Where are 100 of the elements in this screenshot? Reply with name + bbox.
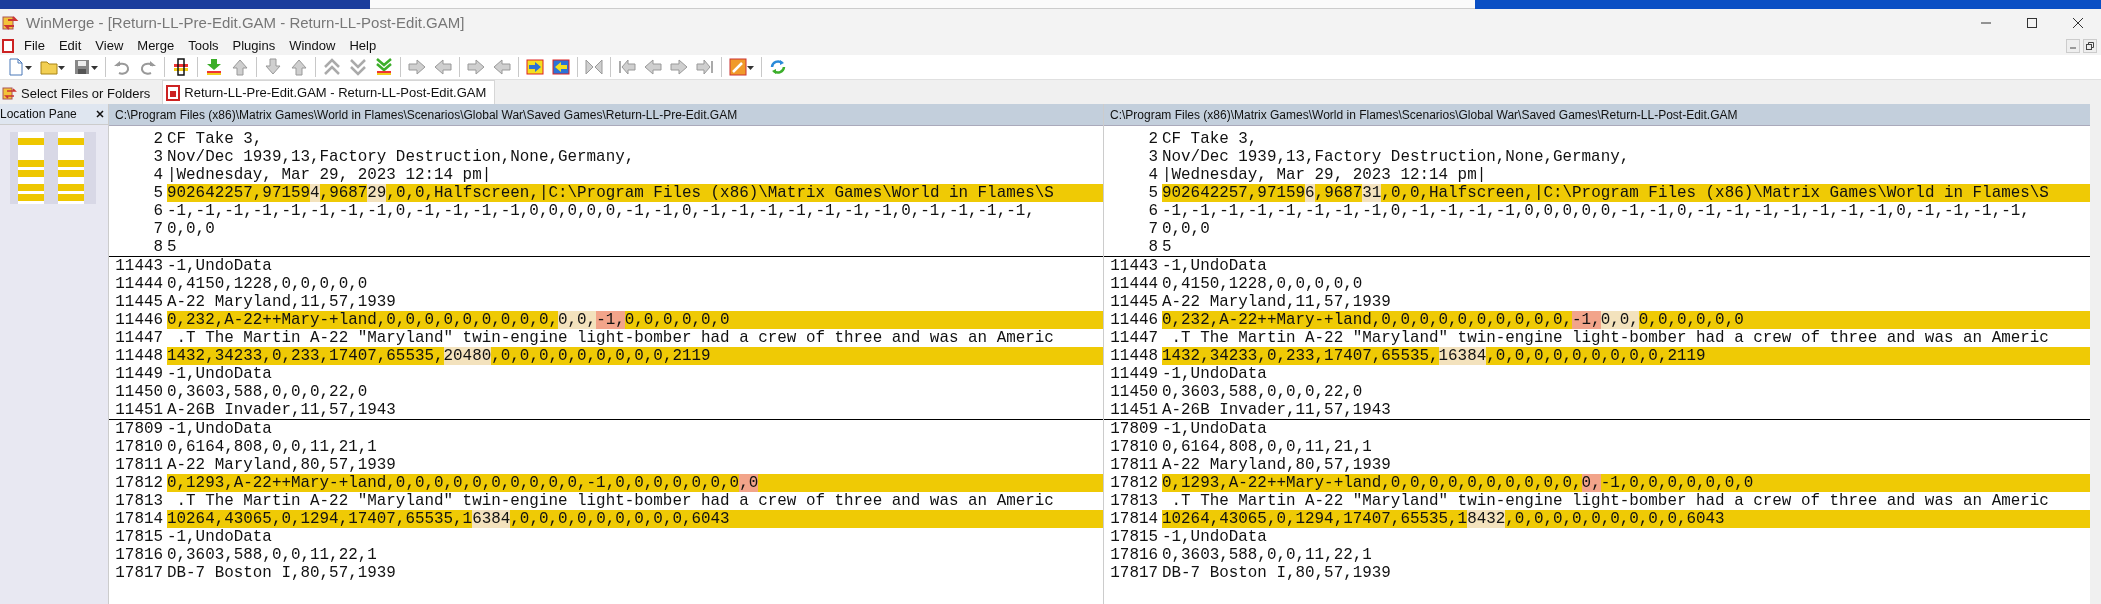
line-number: 11446 <box>114 311 164 329</box>
menu-item[interactable]: Help <box>343 36 385 55</box>
app-icon <box>2 13 20 32</box>
code-line: -1,-1,-1,-1,-1,-1,-1,-1,0,-1,-1,-1,-1,0,0,0,0,0,-1,-1,0,-1,-1,-1,-1,-1,-1,-1,0,-1,-1,-1,-1, <box>1162 202 2031 220</box>
code-line: DB-7 Boston I,80,57,1939 <box>167 564 397 582</box>
line-number: 11445 <box>1109 293 1159 311</box>
line-number: 8 <box>1147 238 1159 256</box>
code-line: Nov/Dec 1939,13,Factory Destruction,None,Germany, <box>1162 148 1631 166</box>
line-number: 11451 <box>114 401 164 419</box>
line-number: 17812 <box>114 474 164 492</box>
maximize-icon[interactable] <box>2026 16 2038 29</box>
menu-item[interactable]: Window <box>283 36 344 55</box>
line-number: 11447 <box>1109 329 1159 347</box>
line-number: 6 <box>1147 202 1159 220</box>
line-number: 17810 <box>114 438 164 456</box>
line-number: 3 <box>152 148 164 166</box>
line-number: 11444 <box>114 275 164 293</box>
line-number: 2 <box>1147 130 1159 148</box>
line-number: 4 <box>152 166 164 184</box>
line-number: 11443 <box>1109 257 1159 275</box>
menu-item[interactable]: View <box>89 36 132 55</box>
code-line: 0,4150,1228,0,0,0,0,0 <box>167 275 369 293</box>
code-line: -1,-1,-1,-1,-1,-1,-1,-1,0,-1,-1,-1,-1,0,0,0,0,0,-1,-1,0,-1,-1,-1,-1,-1,-1,-1,0,-1,-1,-1,-1, <box>167 202 1036 220</box>
app-icon[interactable] <box>2 85 18 101</box>
code-line: -1,UndoData <box>1162 365 1268 383</box>
code-line: A-22 Maryland,11,57,1939 <box>1162 293 1392 311</box>
code-line: -1,UndoData <box>167 420 273 438</box>
code-line: 0,3603,588,0,0,0,22,0 <box>1162 383 1364 401</box>
line-number: 11444 <box>1109 275 1159 293</box>
line-number: 11450 <box>1109 383 1159 401</box>
line-number: 17817 <box>114 564 164 582</box>
line-number: 17813 <box>1109 492 1159 510</box>
document-icon[interactable] <box>165 84 182 101</box>
code-line: .T The Martin A-22 "Maryland" twin-engine light-bomber had a crew of three and was an Americ <box>175 492 1055 510</box>
code-line: A-22 Maryland,80,57,1939 <box>167 456 397 474</box>
line-number: 17809 <box>1109 420 1159 438</box>
code-line: -1,UndoData <box>1162 257 1268 275</box>
line-number: 11443 <box>114 257 164 275</box>
code-line: |Wednesday, Mar 29, 2023 12:14 pm| <box>167 166 493 184</box>
line-number: 2 <box>152 130 164 148</box>
line-number: 17809 <box>114 420 164 438</box>
menu-item[interactable]: Merge <box>131 36 183 55</box>
line-number: 7 <box>152 220 164 238</box>
code-line: |Wednesday, Mar 29, 2023 12:14 pm| <box>1162 166 1488 184</box>
code-line: -1,UndoData <box>1162 528 1268 546</box>
code-line: DB-7 Boston I,80,57,1939 <box>1162 564 1392 582</box>
code-line: .T The Martin A-22 "Maryland" twin-engine light-bomber had a crew of three and was an Americ <box>1170 329 2050 347</box>
line-number: 17810 <box>1109 438 1159 456</box>
line-number: 7 <box>1147 220 1159 238</box>
code-line: -1,UndoData <box>167 365 273 383</box>
code-line: 0,0,0 <box>167 220 216 238</box>
menu-item[interactable]: Plugins <box>226 36 284 55</box>
code-line: 0,4150,1228,0,0,0,0,0 <box>1162 275 1364 293</box>
close-icon[interactable] <box>2072 16 2084 29</box>
pane-title: Location Pane <box>0 107 77 121</box>
code-line: A-26B Invader,11,57,1943 <box>1162 401 1392 419</box>
line-number: 11447 <box>114 329 164 347</box>
code-line: 5 <box>167 238 178 256</box>
code-line: .T The Martin A-22 "Maryland" twin-engine light-bomber had a crew of three and was an Americ <box>1170 492 2050 510</box>
scrollbar[interactable] <box>2090 104 2101 604</box>
line-number: 17811 <box>114 456 164 474</box>
code-line: 0,3603,588,0,0,11,22,1 <box>1162 546 1373 564</box>
window-title: WinMerge - [Return-LL-Pre-Edit.GAM - Return-LL-Post-Edit.GAM] <box>26 14 465 31</box>
code-line: -1,UndoData <box>1162 420 1268 438</box>
code-line: Nov/Dec 1939,13,Factory Destruction,None,Germany, <box>167 148 636 166</box>
code-line: CF Take 3, <box>1162 130 1259 148</box>
file-path: C:\Program Files (x86)\Matrix Games\World in Flames\Scenarios\Global War\Saved Games\Return-LL-Post-Edit.GAM <box>1109 107 1738 122</box>
line-number: 3 <box>1147 148 1159 166</box>
line-number: 11449 <box>114 365 164 383</box>
menu-item[interactable]: Tools <box>182 36 227 55</box>
tab[interactable]: Select Files or Folders <box>0 82 159 104</box>
file-path: C:\Program Files (x86)\Matrix Games\World in Flames\Scenarios\Global War\Saved Games\Return-LL-Pre-Edit.GAM <box>114 107 738 122</box>
line-number: 11449 <box>1109 365 1159 383</box>
line-number: 17814 <box>114 510 164 528</box>
code-line: 0,6164,808,0,0,11,21,1 <box>167 438 378 456</box>
code-line: -1,UndoData <box>167 528 273 546</box>
line-number: 17816 <box>114 546 164 564</box>
line-number: 17814 <box>1109 510 1159 528</box>
line-number: 11448 <box>1109 347 1159 365</box>
line-number: 4 <box>1147 166 1159 184</box>
code-line: A-26B Invader,11,57,1943 <box>167 401 397 419</box>
line-number: 5 <box>152 184 164 202</box>
line-number: 8 <box>152 238 164 256</box>
menu-item[interactable]: Edit <box>52 36 90 55</box>
line-number: 6 <box>152 202 164 220</box>
code-line: -1,UndoData <box>167 257 273 275</box>
line-number: 11448 <box>114 347 164 365</box>
menu-item[interactable]: File <box>18 36 53 55</box>
line-number: 17813 <box>114 492 164 510</box>
line-number: 17816 <box>1109 546 1159 564</box>
tab[interactable]: Return-LL-Pre-Edit.GAM - Return-LL-Post-Edit.GAM <box>162 80 496 104</box>
code-line: CF Take 3, <box>167 130 264 148</box>
line-number: 11450 <box>114 383 164 401</box>
code-line: A-22 Maryland,11,57,1939 <box>167 293 397 311</box>
location-map-drawing[interactable] <box>10 132 96 204</box>
line-number: 17815 <box>114 528 164 546</box>
code-line: 0,3603,588,0,0,0,22,0 <box>167 383 369 401</box>
code-line: 0,0,0 <box>1162 220 1211 238</box>
code-line: 0,3603,588,0,0,11,22,1 <box>167 546 378 564</box>
line-number: 17815 <box>1109 528 1159 546</box>
